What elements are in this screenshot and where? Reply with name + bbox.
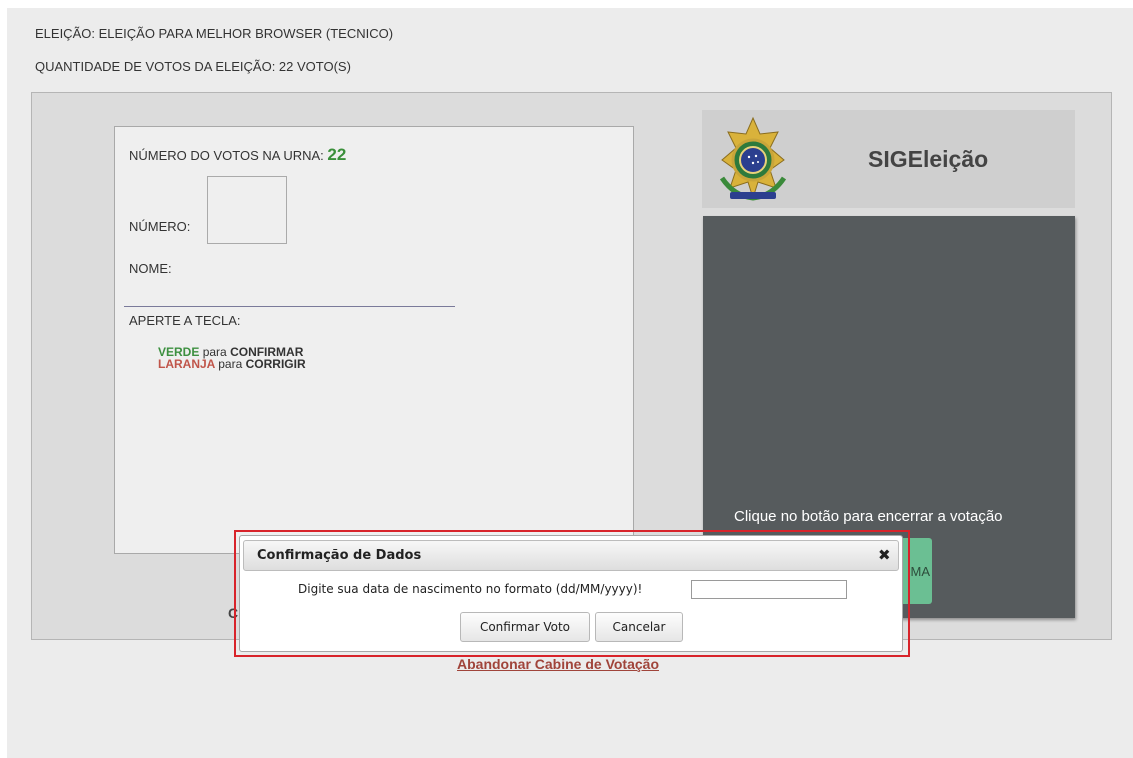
brand-title: SIGEleição <box>868 146 989 172</box>
votes-in-urn: NÚMERO DO VOTOS NA URNA: 22 <box>129 145 346 165</box>
number-display-box <box>207 176 287 244</box>
ballot-panel <box>114 126 634 554</box>
name-label: NOME: <box>129 261 172 276</box>
close-icon[interactable]: ✖ <box>878 546 891 564</box>
correct-middle: para <box>218 357 243 371</box>
dialog-title: Confirmação de Dados <box>257 548 422 563</box>
correct-word: CORRIGIR <box>245 357 306 371</box>
confirm-vote-button[interactable]: Confirmar Voto <box>460 612 590 642</box>
birthdate-input[interactable] <box>691 580 847 599</box>
correct-instruction: LARANJA para CORRIGIR <box>158 358 306 370</box>
finish-voting-instruction: Clique no botão para encerrar a votação <box>734 508 1003 525</box>
press-key-label: APERTE A TECLA: <box>129 313 241 328</box>
cancel-button[interactable]: Cancelar <box>595 612 683 642</box>
votes-in-urn-label: NÚMERO DO VOTOS NA URNA: <box>129 148 324 163</box>
election-vote-count: QUANTIDADE DE VOTOS DA ELEIÇÃO: 22 VOTO(… <box>35 59 351 74</box>
brazil-coat-of-arms-icon <box>719 116 787 201</box>
finish-voting-button-label: MA <box>910 563 931 579</box>
abandon-booth-link[interactable]: Abandonar Cabine de Votação <box>457 656 659 672</box>
number-label: NÚMERO: <box>129 219 191 234</box>
votes-in-urn-value: 22 <box>327 145 347 164</box>
ballot-divider <box>124 306 455 307</box>
birthdate-prompt: Digite sua data de nascimento no formato… <box>298 582 643 596</box>
orange-key-word: LARANJA <box>158 357 215 371</box>
election-title: ELEIÇÃO: ELEIÇÃO PARA MELHOR BROWSER (TE… <box>35 26 394 41</box>
